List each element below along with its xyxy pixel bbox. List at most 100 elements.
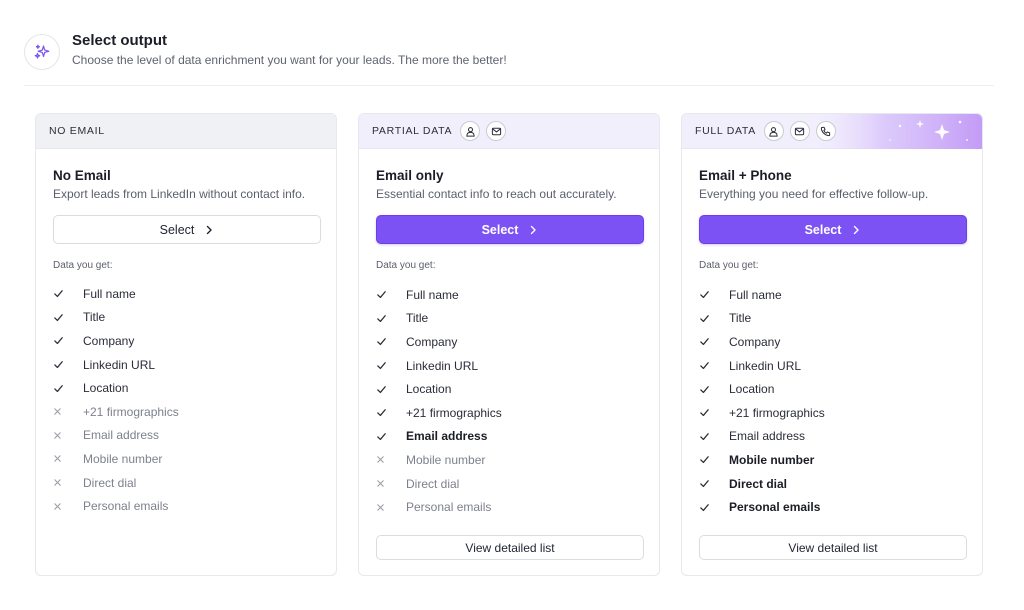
plan-card-header: PARTIAL DATA	[359, 114, 659, 149]
check-icon	[376, 336, 406, 347]
person-icon	[763, 121, 784, 141]
data-fields-list: Full name Title Company Linkedin URL Locatio…	[53, 282, 323, 518]
data-field-label: Linkedin URL	[83, 357, 156, 372]
plan-tag: NO EMAIL	[49, 125, 105, 137]
data-field-item: Linkedin URL	[53, 353, 323, 377]
chevron-right-icon	[851, 225, 861, 235]
data-field-item: Mobile number	[53, 447, 323, 471]
check-icon	[53, 335, 83, 346]
check-icon	[376, 313, 406, 324]
cross-icon	[53, 431, 83, 440]
plan-card-no-email: NO EMAIL No Email Export leads from Link…	[35, 113, 337, 576]
select-button[interactable]: Select	[376, 215, 644, 244]
data-field-item: Personal emails	[376, 495, 646, 519]
data-field-label: Company	[729, 334, 781, 349]
data-you-get-label: Data you get:	[376, 260, 436, 271]
data-field-item: Full name	[53, 282, 323, 306]
data-field-item: Personal emails	[53, 494, 323, 518]
data-field-item: Email address	[699, 425, 969, 449]
cross-icon	[376, 479, 406, 488]
data-field-label: Title	[83, 310, 106, 325]
data-field-item: Full name	[699, 283, 969, 307]
data-field-label: Personal emails	[406, 500, 492, 515]
data-field-item: Title	[699, 307, 969, 331]
plan-title: Email + Phone	[699, 168, 792, 183]
data-field-label: Linkedin URL	[406, 358, 479, 373]
mail-icon	[486, 121, 507, 141]
data-field-item: +21 firmographics	[376, 401, 646, 425]
plan-title: Email only	[376, 168, 444, 183]
data-field-label: +21 firmographics	[729, 405, 825, 420]
data-field-item: Linkedin URL	[699, 354, 969, 378]
data-field-label: +21 firmographics	[406, 405, 502, 420]
check-icon	[699, 384, 729, 395]
data-fields-list: Full name Title Company Linkedin URL Locatio…	[699, 283, 969, 519]
data-field-item: Personal emails	[699, 495, 969, 519]
data-field-item: Linkedin URL	[376, 354, 646, 378]
chevron-right-icon	[204, 225, 214, 235]
plan-tag: FULL DATA	[695, 125, 756, 137]
select-button[interactable]: Select	[699, 215, 967, 244]
data-field-item: Direct dial	[699, 472, 969, 496]
check-icon	[376, 360, 406, 371]
data-field-item: Company	[699, 330, 969, 354]
select-button[interactable]: Select	[53, 215, 321, 244]
data-field-item: Email address	[376, 425, 646, 449]
check-icon	[53, 383, 83, 394]
data-field-item: Location	[376, 377, 646, 401]
check-icon	[376, 289, 406, 300]
plan-card-full-data: FULL DATA Email + Phone Everything you n…	[681, 113, 983, 576]
cross-icon	[376, 455, 406, 464]
view-detailed-list-button[interactable]: View detailed list	[699, 535, 967, 560]
data-field-label: Direct dial	[83, 475, 137, 490]
data-field-label: Location	[406, 382, 452, 397]
view-detailed-list-button[interactable]: View detailed list	[376, 535, 644, 560]
check-icon	[699, 313, 729, 324]
plan-tag: PARTIAL DATA	[372, 125, 453, 137]
check-icon	[699, 502, 729, 513]
person-icon	[460, 121, 481, 141]
cross-icon	[53, 454, 83, 463]
check-icon	[53, 312, 83, 323]
data-field-label: Email address	[83, 428, 160, 443]
page-subtitle: Choose the level of data enrichment you …	[72, 53, 507, 67]
check-icon	[699, 454, 729, 465]
data-you-get-label: Data you get:	[699, 260, 759, 271]
data-field-label: Direct dial	[406, 476, 460, 491]
data-field-item: +21 firmographics	[699, 401, 969, 425]
data-field-label: Personal emails	[83, 499, 169, 514]
plan-description: Export leads from LinkedIn without conta…	[53, 187, 306, 201]
check-icon	[699, 478, 729, 489]
data-field-label: Linkedin URL	[729, 358, 802, 373]
select-button-label: Select	[804, 222, 842, 237]
check-icon	[53, 359, 83, 370]
data-field-label: +21 firmographics	[83, 404, 179, 419]
data-field-item: Mobile number	[376, 448, 646, 472]
header-divider	[24, 85, 994, 86]
check-icon	[699, 431, 729, 442]
cross-icon	[53, 478, 83, 487]
mail-icon	[789, 121, 810, 141]
plan-description: Essential contact info to reach out accu…	[376, 187, 617, 201]
data-field-item: Mobile number	[699, 448, 969, 472]
data-field-label: Location	[83, 381, 129, 396]
data-field-item: Location	[53, 376, 323, 400]
select-button-label: Select	[159, 222, 195, 237]
phone-icon	[815, 121, 836, 141]
data-field-label: Full name	[83, 286, 136, 301]
data-field-item: Direct dial	[53, 471, 323, 495]
page-header: Select output Choose the level of data e…	[24, 30, 994, 70]
data-field-label: Location	[729, 382, 775, 397]
sparkles-icon	[24, 34, 60, 70]
data-field-label: Email address	[729, 429, 806, 444]
data-field-label: Mobile number	[729, 452, 815, 467]
plan-description: Everything you need for effective follow…	[699, 187, 929, 201]
data-you-get-label: Data you get:	[53, 260, 113, 271]
plan-card-header: NO EMAIL	[36, 114, 336, 149]
data-field-label: Full name	[406, 287, 459, 302]
data-field-label: Mobile number	[406, 452, 486, 467]
data-field-label: Title	[406, 311, 429, 326]
data-field-item: Company	[53, 329, 323, 353]
select-button-label: Select	[481, 222, 519, 237]
plan-card-header: FULL DATA	[682, 114, 982, 149]
